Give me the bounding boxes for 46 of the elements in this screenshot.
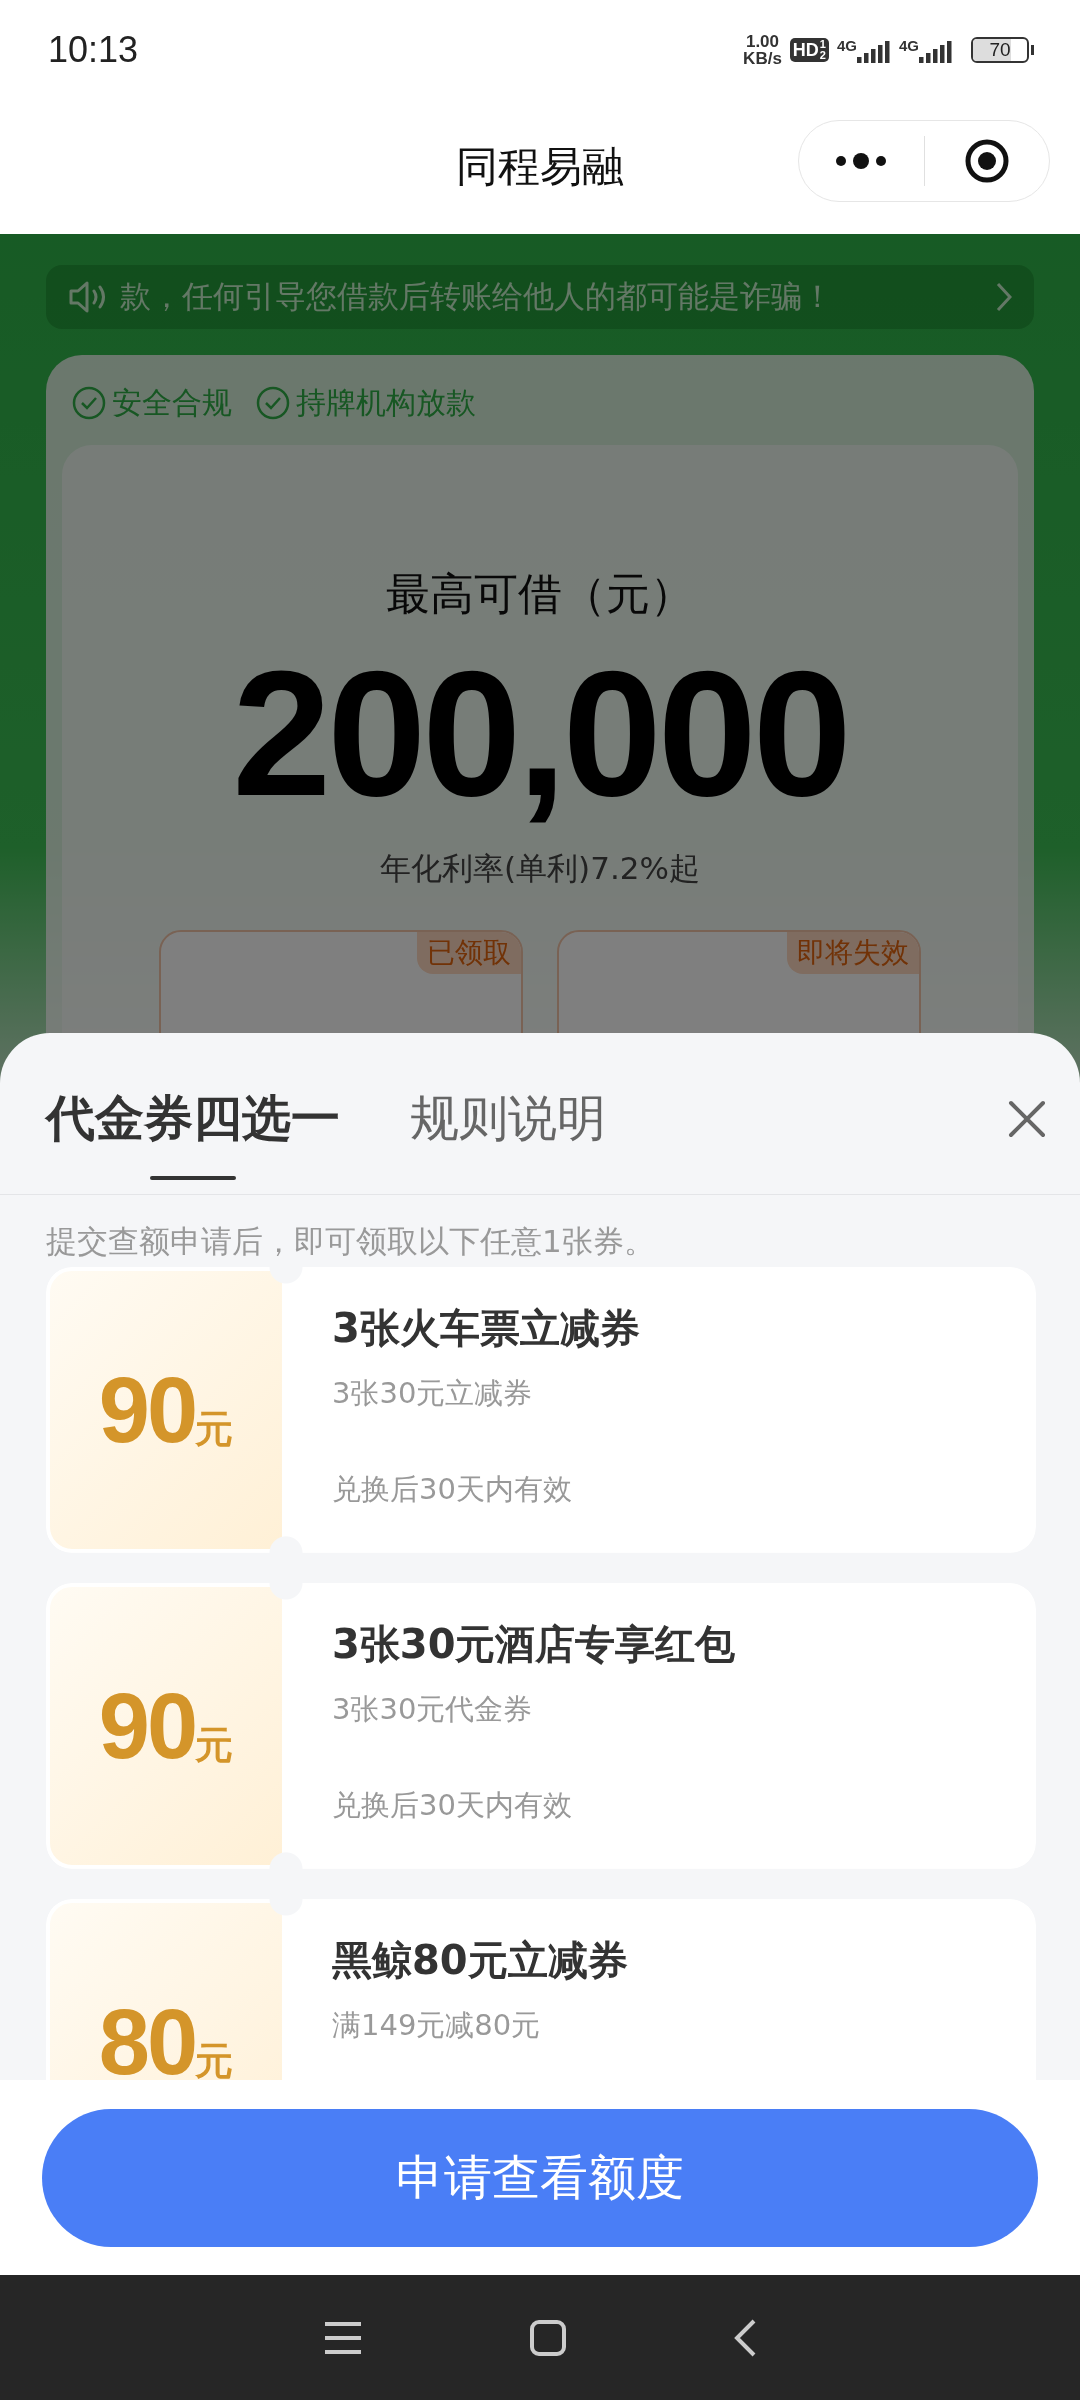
tab[interactable]: 代金券四选一	[46, 1089, 340, 1180]
menu-icon	[323, 2320, 363, 2355]
speaker-icon	[68, 280, 108, 314]
interest-rate-text: 年化利率(单利)7.2%起	[380, 849, 700, 888]
network-type-text: 4G	[836, 37, 857, 54]
coupon-card[interactable]: 90元 3张30元酒店专享红包 3张30元代金券 兑换后30天内有效	[46, 1583, 1036, 1869]
limit-amount: 200,000	[232, 634, 848, 834]
network-type-text: 4G	[899, 37, 919, 54]
clock-time: 10:13	[48, 29, 139, 71]
network-speed-text: 1.00	[745, 33, 779, 50]
coupon-title: 3张30元酒店专享红包	[332, 1620, 736, 1669]
coupon-tag: 即将失效	[787, 932, 919, 974]
coupon-detail: 3张30元代金券	[332, 1691, 534, 1728]
coupon-card[interactable]: 80元 黑鲸80元立减券 满149元减80元	[46, 1899, 1036, 2080]
page-title: 同程易融	[456, 141, 624, 193]
home-button[interactable]	[529, 2318, 567, 2357]
coupon-title: 3张火车票立减券	[332, 1304, 640, 1353]
notice-text: 款，任何引导您借款后转账给他人的都可能是诈骗！	[120, 277, 834, 316]
badge-text: 持牌机构放款	[296, 383, 476, 422]
hint-text: 提交查额申请后，即可领取以下任意1张券。	[45, 1222, 656, 1261]
check-circle-icon	[72, 386, 106, 420]
network-speed-text: KB/s	[743, 50, 782, 67]
coupon-amount: 90元	[98, 1673, 234, 1779]
coupon-amount: 80元	[98, 1989, 234, 2080]
close-icon	[1008, 1100, 1046, 1138]
coupon-tag: 已领取	[417, 932, 521, 974]
back-button[interactable]	[733, 2317, 757, 2358]
coupon-amount: 90元	[98, 1357, 234, 1463]
close-button[interactable]	[1008, 1100, 1046, 1138]
coupon-detail: 3张30元立减券	[332, 1375, 534, 1412]
coupon-validity: 兑换后30天内有效	[332, 1787, 573, 1824]
coupon-card[interactable]: 90元 3张火车票立减券 3张30元立减券 兑换后30天内有效	[46, 1267, 1036, 1553]
coupon-detail: 满149元减80元	[332, 2007, 542, 2044]
back-icon	[733, 2317, 757, 2358]
check-circle-icon	[256, 386, 290, 420]
coupon-validity: 兑换后30天内有效	[332, 1471, 573, 1508]
tab[interactable]: 规则说明	[410, 1089, 606, 1180]
chevron-right-icon	[996, 282, 1012, 312]
coupon-title: 黑鲸80元立减券	[332, 1936, 628, 1985]
home-icon	[529, 2318, 567, 2357]
menu-button[interactable]	[323, 2320, 363, 2355]
limit-label: 最高可借（元）	[386, 567, 694, 621]
battery-icon: 70	[971, 37, 1029, 63]
target-icon	[963, 138, 1010, 184]
badge-text: 安全合规	[112, 383, 232, 422]
apply-button[interactable]: 申请查看额度	[42, 2108, 1038, 2247]
